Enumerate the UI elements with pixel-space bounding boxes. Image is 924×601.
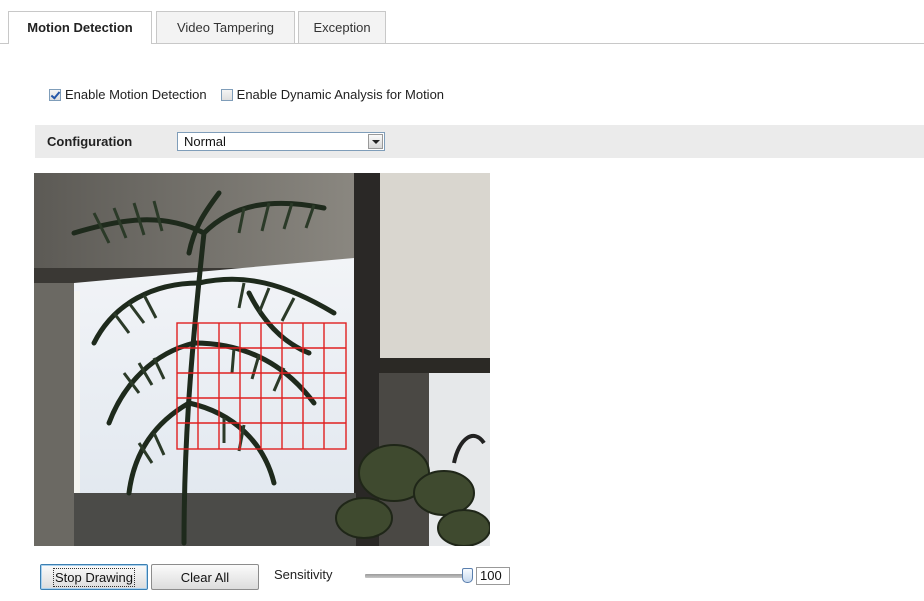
video-preview[interactable] [34, 173, 490, 546]
camera-scene [34, 173, 490, 546]
sensitivity-slider[interactable] [365, 567, 475, 585]
tab-bar: Motion Detection Video Tampering Excepti… [0, 0, 924, 44]
configuration-selected-value: Normal [184, 134, 226, 149]
clear-all-label: Clear All [180, 570, 230, 585]
stop-drawing-label: Stop Drawing [52, 568, 136, 587]
enable-options-row: Enable Motion Detection Enable Dynamic An… [49, 86, 458, 108]
tab-video-tampering[interactable]: Video Tampering [156, 11, 295, 43]
sensitivity-slider-track[interactable] [365, 574, 469, 578]
enable-dynamic-analysis-label[interactable]: Enable Dynamic Analysis for Motion [237, 87, 444, 102]
tab-motion-detection[interactable]: Motion Detection [8, 11, 152, 44]
configuration-select[interactable]: Normal [177, 132, 385, 151]
sensitivity-slider-thumb[interactable] [462, 568, 473, 583]
configuration-bar: Configuration Normal [35, 125, 924, 158]
stop-drawing-button[interactable]: Stop Drawing [40, 564, 148, 590]
clear-all-button[interactable]: Clear All [151, 564, 259, 590]
configuration-label: Configuration [47, 134, 133, 149]
sensitivity-value[interactable]: 100 [476, 567, 510, 585]
enable-motion-detection-checkbox[interactable] [49, 88, 61, 101]
sensitivity-label: Sensitivity [274, 567, 333, 582]
enable-dynamic-analysis-checkbox[interactable] [220, 88, 233, 101]
chevron-down-icon[interactable] [368, 134, 383, 149]
tab-exception[interactable]: Exception [298, 11, 386, 43]
enable-motion-detection-label[interactable]: Enable Motion Detection [65, 87, 207, 102]
